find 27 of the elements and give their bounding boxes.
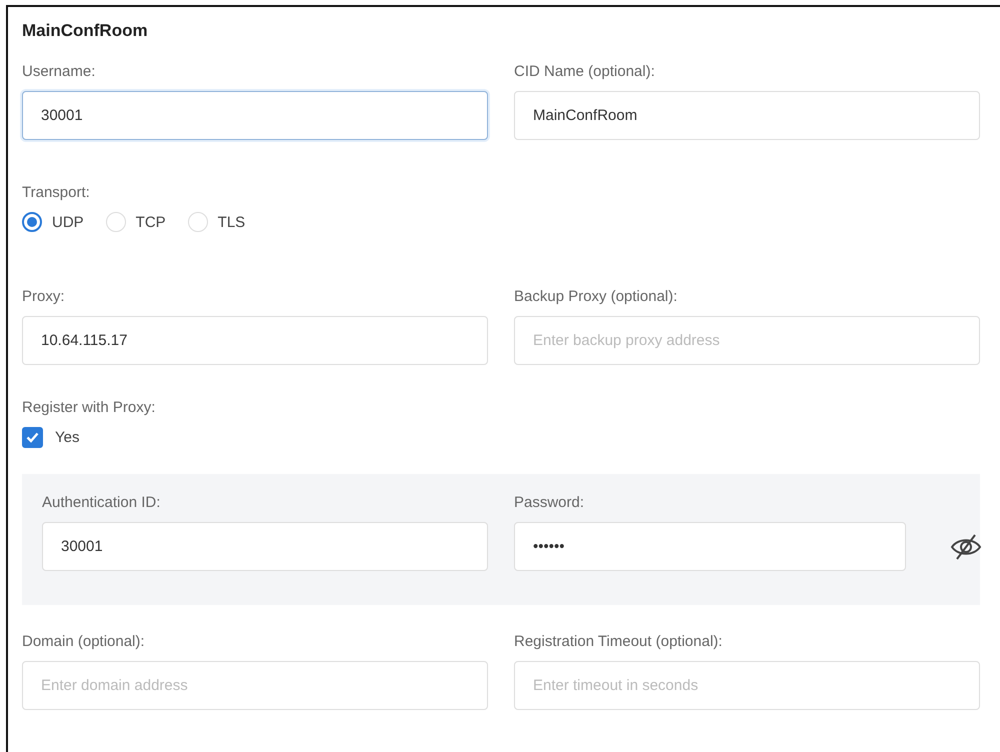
field-label: Proxy: [22, 288, 65, 305]
field-label: Registration Timeout (optional): [514, 633, 722, 650]
input-field[interactable]: 10.64.115.17 [22, 316, 488, 365]
input-field[interactable]: 30001 [22, 91, 488, 140]
radio-option[interactable]: UDP [22, 212, 84, 232]
input-field[interactable]: Enter domain address [22, 661, 488, 710]
radio-option[interactable]: TCP [106, 212, 166, 232]
field-label: Authentication ID: [42, 494, 160, 511]
radio-option[interactable]: TLS [188, 212, 246, 232]
checkbox[interactable] [22, 427, 43, 448]
field-label: Domain (optional): [22, 633, 145, 650]
field-label: Transport: [22, 184, 90, 201]
field-label: Password: [514, 494, 584, 511]
eye-slash-icon[interactable] [950, 533, 982, 561]
check-icon [26, 432, 39, 443]
input-field[interactable]: •••••• [514, 522, 906, 571]
input-field[interactable]: Enter timeout in seconds [514, 661, 980, 710]
input-field[interactable]: MainConfRoom [514, 91, 980, 140]
section-title: MainConfRoom [22, 21, 148, 41]
checkbox-option[interactable]: Yes [22, 427, 1000, 448]
field-label: Register with Proxy: [22, 399, 156, 416]
field-label: CID Name (optional): [514, 63, 655, 80]
field-label: Backup Proxy (optional): [514, 288, 678, 305]
radio-button[interactable] [22, 212, 42, 232]
field-label: Username: [22, 63, 96, 80]
input-field[interactable]: Enter backup proxy address [514, 316, 980, 365]
input-field[interactable]: 30001 [42, 522, 488, 571]
